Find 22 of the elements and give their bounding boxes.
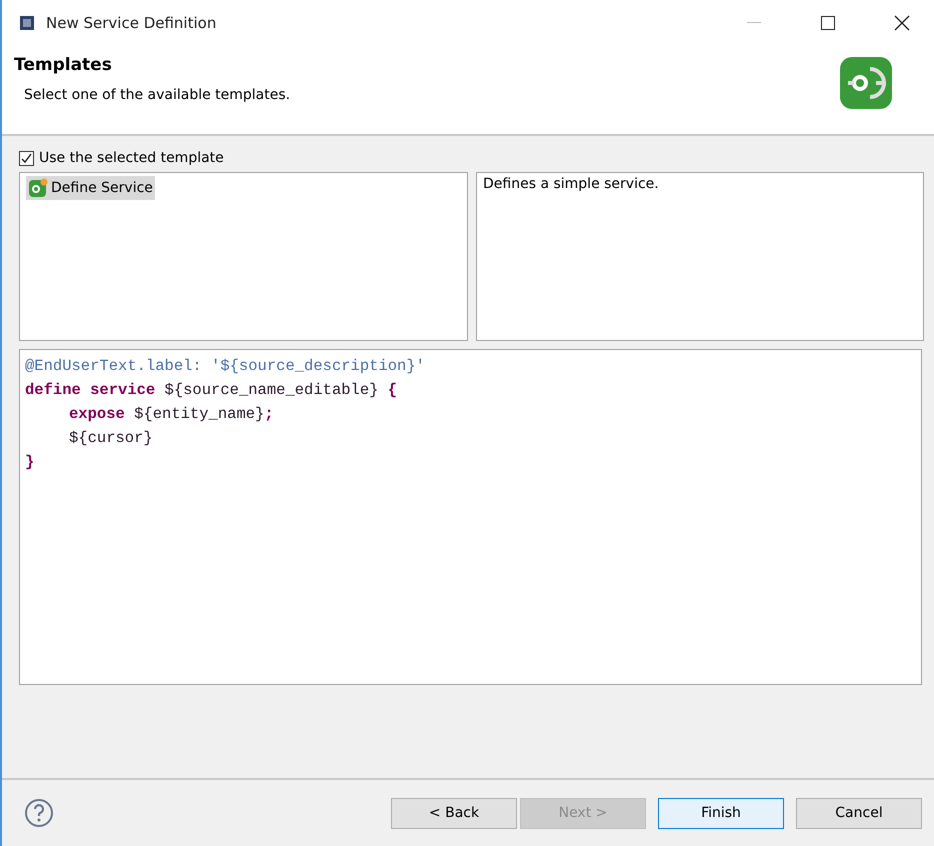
page-title: Templates [14, 55, 112, 75]
template-description: Defines a simple service. [483, 176, 659, 192]
minimize-icon [747, 22, 761, 24]
code-line: define service ${source_name_editable} { [25, 380, 398, 401]
use-template-checkbox[interactable]: Use the selected template [19, 150, 224, 166]
page-description: Select one of the available templates. [23, 87, 290, 103]
service-icon [838, 55, 894, 111]
template-item[interactable]: Define Service [26, 176, 155, 200]
close-icon [894, 14, 910, 30]
dialog-button[interactable]: Cancel [796, 798, 922, 828]
help-icon[interactable] [24, 798, 54, 828]
code-line: @EndUserText.label: '${source_description}' [25, 356, 425, 377]
maximize-icon [821, 16, 835, 30]
checkmark-icon [21, 152, 32, 164]
code-line: expose ${entity_name}; [68, 404, 274, 425]
app-icon [18, 14, 36, 32]
dialog-button[interactable]: Finish [658, 798, 784, 828]
code-line: ${cursor} [68, 428, 153, 449]
window-title: New Service Definition [46, 14, 218, 32]
dialog-button[interactable]: < Back [391, 798, 517, 828]
service-icon [28, 178, 48, 198]
code-line: } [25, 452, 34, 473]
